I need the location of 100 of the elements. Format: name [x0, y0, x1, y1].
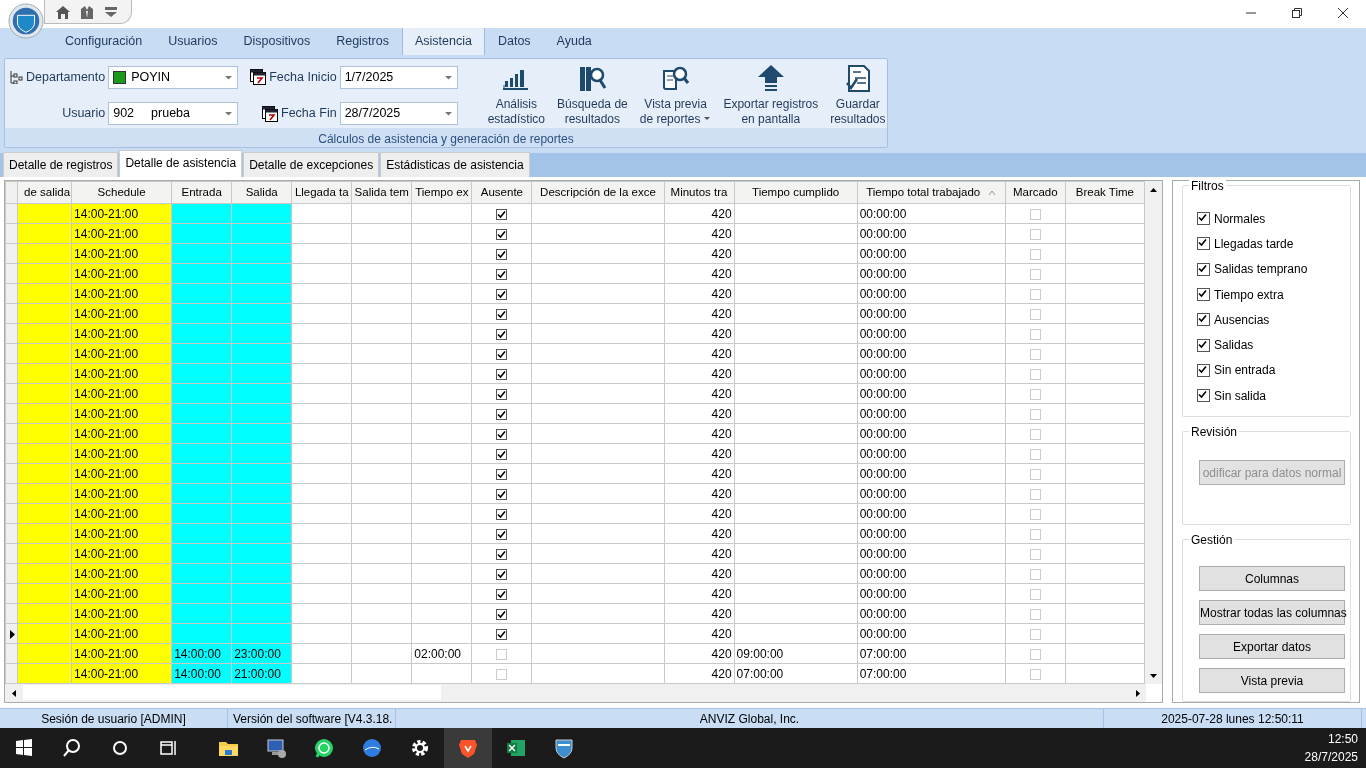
checkbox[interactable]	[496, 348, 508, 360]
monitor-icon	[265, 737, 287, 759]
column-header[interactable]: de salida	[17, 181, 72, 204]
column-header[interactable]: Break Time	[1065, 181, 1145, 204]
checkbox[interactable]	[496, 408, 508, 420]
action-button[interactable]: Columnas	[1199, 566, 1345, 591]
action-button[interactable]: Exportar datos	[1199, 634, 1345, 659]
checkbox[interactable]	[496, 548, 508, 560]
checkbox[interactable]	[1197, 338, 1210, 352]
column-header[interactable]: Ausente	[471, 181, 532, 204]
menu-tab[interactable]: Asistencia	[401, 26, 485, 55]
checkbox[interactable]	[1197, 262, 1210, 276]
checkbox[interactable]	[496, 368, 508, 380]
document-tab[interactable]: Estádisticas de asistencia	[380, 152, 530, 177]
checkbox[interactable]	[496, 388, 508, 400]
horizontal-scrollbar[interactable]	[5, 684, 1146, 702]
checkbox[interactable]	[496, 488, 508, 500]
table-cell	[351, 523, 412, 544]
table-cell	[351, 443, 412, 464]
column-header[interactable]: Entrada	[171, 181, 232, 204]
department-dropdown[interactable]: POYIN	[108, 65, 239, 89]
column-header[interactable]: Minutos tra	[664, 181, 735, 204]
export-button[interactable]: Exportar registros en pantalla	[717, 63, 825, 128]
row-header[interactable]	[5, 623, 18, 644]
menu-tab[interactable]: Datos	[484, 26, 544, 55]
checkbox[interactable]	[1197, 363, 1210, 377]
checkbox[interactable]	[496, 588, 508, 600]
menu-tab[interactable]: Dispositivos	[230, 26, 324, 55]
menu-tab[interactable]: Ayuda	[543, 26, 605, 55]
save-button[interactable]: Guardar resultados	[824, 63, 887, 128]
action-button[interactable]: Vista previa	[1199, 668, 1345, 693]
checkbox[interactable]	[496, 508, 508, 520]
checkbox[interactable]	[496, 208, 508, 220]
menu-tab[interactable]: Registros	[323, 26, 402, 55]
menu-tab[interactable]: Configuración	[52, 26, 156, 55]
checkbox[interactable]	[496, 288, 508, 300]
column-header[interactable]: Salida tem	[351, 181, 412, 204]
checkbox[interactable]	[496, 248, 508, 260]
checkbox-label: Tiempo extra	[1214, 286, 1284, 304]
column-header[interactable]: Schedule	[71, 181, 172, 204]
table-cell: 00:00:00	[857, 343, 1006, 364]
globe-icon	[361, 737, 383, 759]
table-cell: 420	[664, 243, 735, 264]
column-header[interactable]: Tiempo ex	[411, 181, 472, 204]
document-tab[interactable]: Detalle de excepciones	[243, 152, 380, 177]
table-cell	[291, 243, 352, 264]
start-date-field[interactable]: 1/7/2025	[339, 65, 458, 89]
checkbox[interactable]	[496, 528, 508, 540]
home-icon[interactable]	[55, 3, 71, 20]
table-cell: 00:00:00	[857, 583, 1006, 604]
tree-icon	[9, 70, 23, 85]
caret-icon	[704, 116, 712, 121]
column-header[interactable]: Tiempo total trabajado	[857, 181, 1006, 204]
document-tab[interactable]: Detalle de asistencia	[119, 150, 243, 177]
column-header[interactable]: Salida	[231, 181, 292, 204]
checkbox[interactable]	[496, 468, 508, 480]
checkbox[interactable]	[496, 308, 508, 320]
table-cell	[291, 603, 352, 624]
table-cell: 00:00:00	[857, 523, 1006, 544]
user-dropdown[interactable]: 902 prueba	[108, 102, 239, 126]
scrollbar-thumb[interactable]	[23, 685, 441, 700]
table-cell: 00:00:00	[857, 223, 1006, 244]
menu-tab[interactable]: Usuarios	[155, 26, 231, 55]
clock-time: 12:50	[1326, 731, 1358, 748]
action-button[interactable]: Mostrar todas las columnas	[1199, 600, 1345, 625]
column-header[interactable]: Llegada ta	[291, 181, 352, 204]
checkbox[interactable]	[1197, 313, 1210, 327]
chart-button[interactable]: Análisis estadístico	[481, 63, 551, 128]
checkbox[interactable]	[496, 568, 508, 580]
checkbox[interactable]	[496, 428, 508, 440]
checkbox[interactable]	[496, 448, 508, 460]
checkbox[interactable]	[1197, 389, 1210, 403]
table-cell: 00:00:00	[857, 243, 1006, 264]
table-cell: 00:00:00	[857, 543, 1006, 564]
checkbox[interactable]	[496, 268, 508, 280]
table-cell	[291, 383, 352, 404]
table-cell	[291, 563, 352, 584]
checkbox[interactable]	[496, 608, 508, 620]
checkbox[interactable]	[496, 628, 508, 640]
table-cell: 07:00:00	[734, 663, 858, 684]
table-cell: 420	[664, 203, 735, 224]
column-header[interactable]: Tiempo cumplido	[734, 181, 858, 204]
vertical-scrollbar[interactable]	[1145, 181, 1162, 684]
checkbox[interactable]	[1197, 288, 1210, 302]
checkbox[interactable]	[1197, 237, 1210, 251]
search-button[interactable]: Búsqueda de resultados	[551, 63, 634, 128]
end-date-field[interactable]: 28/7/2025	[339, 102, 458, 126]
table-cell	[351, 423, 412, 444]
column-header[interactable]: Marcado	[1005, 181, 1066, 204]
checkbox[interactable]	[496, 228, 508, 240]
start-icon	[13, 737, 35, 759]
preview-button[interactable]: Vista previa de reportes	[633, 63, 718, 128]
table-cell	[291, 323, 352, 344]
checkbox[interactable]	[1197, 212, 1210, 226]
table-cell: 420	[664, 443, 735, 464]
table-cell	[291, 503, 352, 524]
document-tab[interactable]: Detalle de registros	[3, 152, 119, 177]
column-header[interactable]: Descripción de la exce	[531, 181, 664, 204]
checkbox[interactable]	[496, 328, 508, 340]
table-cell	[351, 563, 412, 584]
